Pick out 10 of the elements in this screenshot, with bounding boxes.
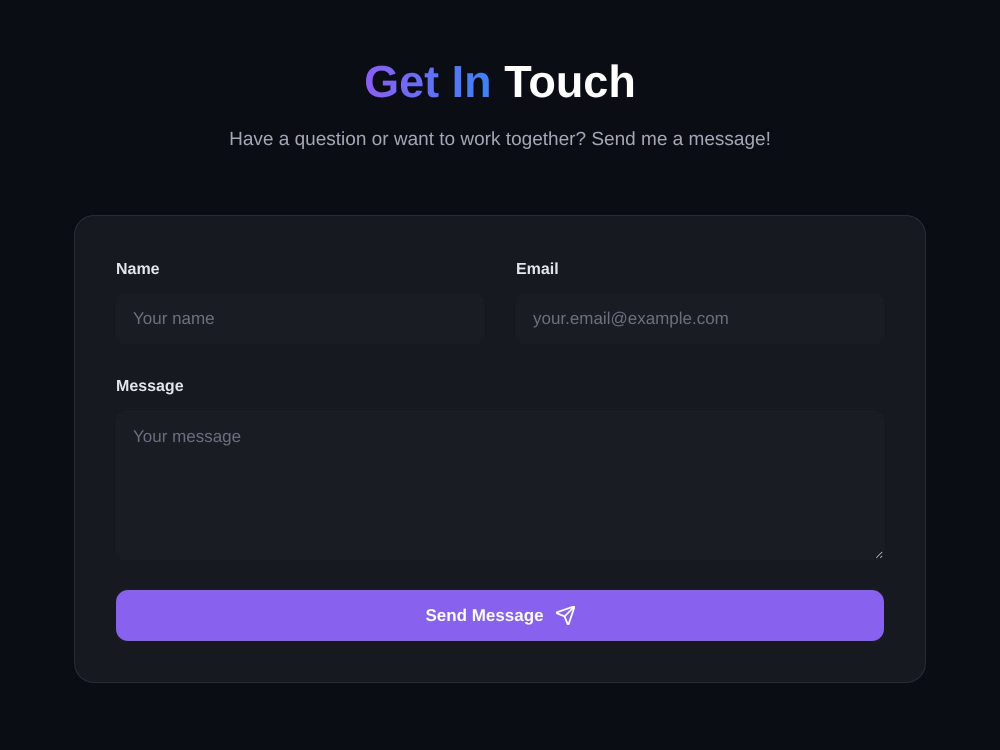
message-textarea[interactable]: Your message: [116, 411, 884, 560]
field-label: Email: [516, 260, 559, 280]
page-title: Get In Touch: [364, 55, 636, 109]
send-message-button[interactable]: Send Message: [116, 590, 884, 641]
input-field[interactable]: Your name: [116, 294, 484, 344]
field-label: Name: [116, 260, 160, 280]
field-label: Message: [116, 377, 184, 397]
paper-plane-icon: [556, 606, 575, 625]
page-subtitle: Have a question or want to work together? Send me a message!: [229, 128, 771, 152]
input-field[interactable]: your.email@example.com: [516, 294, 884, 344]
